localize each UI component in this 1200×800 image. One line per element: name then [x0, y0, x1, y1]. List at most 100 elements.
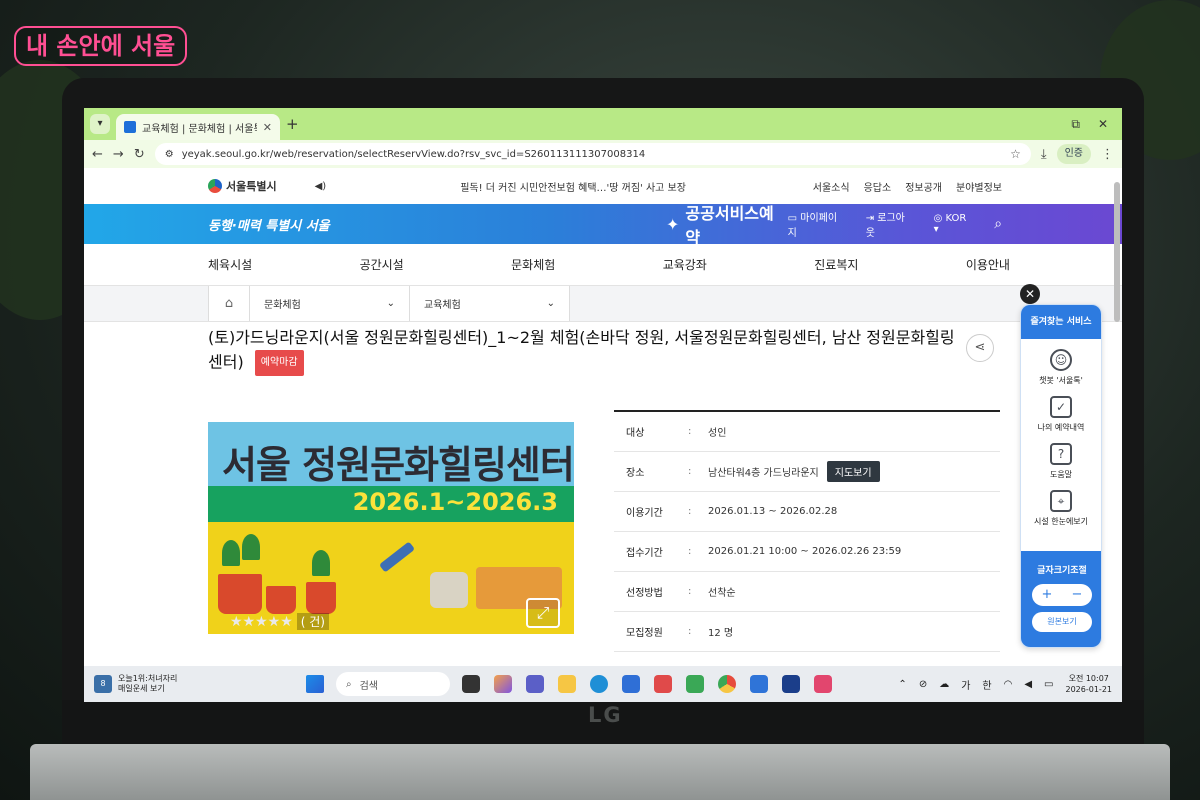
service-title[interactable]: ✦ 공공서비스예약 — [666, 200, 788, 248]
store-icon[interactable] — [622, 675, 640, 693]
cloud-icon[interactable]: ☁ — [939, 679, 949, 690]
teams-icon[interactable] — [526, 675, 544, 693]
clock[interactable]: 오전 10:07 2026-01-21 — [1066, 673, 1113, 695]
widget-line1: 오늘1위:처녀자리 — [118, 674, 178, 683]
battery-icon[interactable]: ▭ — [1044, 679, 1053, 690]
start-icon[interactable] — [306, 675, 324, 693]
browser-tab[interactable]: 교육체험 | 문화체험 | 서울특별시 ✕ — [116, 114, 280, 140]
site-info-icon[interactable]: ⚙ — [165, 149, 174, 160]
poster-image: 서울 정원문화힐링센터 2026.1~2026.3 ★★★★★ ( 건) ⤢ — [208, 422, 574, 634]
quick-item-help[interactable]: ? 도움말 — [1021, 443, 1101, 480]
account-chip[interactable]: 인증 — [1056, 144, 1091, 164]
info-value: 선착순 — [708, 588, 736, 599]
quick-item-chatbot[interactable]: ☺ 챗봇 '서울톡' — [1021, 349, 1101, 386]
share-button[interactable]: ⋖ — [966, 334, 994, 362]
chevron-down-icon: ⌄ — [546, 298, 555, 309]
chrome-icon[interactable] — [718, 675, 736, 693]
address-bar[interactable]: ⚙ yeyak.seoul.go.kr/web/reservation/sele… — [154, 143, 1031, 165]
bookmark-star-icon[interactable]: ☆ — [1010, 147, 1021, 161]
chevron-up-icon[interactable]: ⌃ — [898, 679, 906, 690]
breadcrumb-category-label: 문화체험 — [264, 300, 301, 311]
quick-item-reservations[interactable]: ✓ 나의 예약내역 — [1021, 396, 1101, 433]
nav-education[interactable]: 교육강좌 — [663, 256, 707, 273]
seoul-logo[interactable]: 서울특별시 — [208, 178, 277, 194]
back-icon[interactable]: ← — [92, 147, 103, 162]
info-value: 2026.01.13 ~ 2026.02.28 — [708, 506, 838, 517]
search-icon[interactable]: ⌕ — [994, 216, 1002, 232]
font-decrease-button[interactable]: − — [1062, 584, 1092, 606]
ime-lang[interactable]: 한 — [982, 677, 991, 692]
info-row-target: 대상 : 성인 — [614, 412, 1000, 452]
breadcrumb-subcategory-label: 교육체험 — [424, 300, 461, 311]
util-link-disclosure[interactable]: 정보공개 — [905, 179, 942, 194]
new-tab-icon[interactable]: + — [286, 115, 299, 133]
edge-icon[interactable] — [590, 675, 608, 693]
info-key: 장소 — [626, 468, 645, 479]
screen: ▾ 교육체험 | 문화체험 | 서울특별시 ✕ + ⧉ ✕ ← → ↻ ⚙ ye… — [84, 108, 1122, 702]
leaf — [312, 550, 330, 576]
nav-medical[interactable]: 진료복지 — [814, 256, 858, 273]
util-link-response[interactable]: 응답소 — [864, 179, 892, 194]
file-explorer-icon[interactable] — [558, 675, 576, 693]
close-tab-icon[interactable]: ✕ — [263, 121, 272, 134]
tab-search-icon[interactable]: ▾ — [90, 114, 110, 134]
volume-icon[interactable]: ◀ — [1024, 679, 1032, 690]
leaf — [242, 534, 260, 560]
poster-title: 서울 정원문화힐링센터 — [222, 443, 574, 487]
quick-item-label: 나의 예약내역 — [1037, 423, 1085, 432]
browser-menu-icon[interactable]: ⋮ — [1101, 147, 1114, 162]
info-separator: : — [688, 546, 692, 557]
forward-icon[interactable]: → — [113, 147, 124, 162]
util-link-news[interactable]: 서울소식 — [813, 179, 850, 194]
info-key: 선정방법 — [626, 588, 663, 599]
expand-image-button[interactable]: ⤢ — [526, 598, 560, 628]
restore-icon[interactable]: ⧉ — [1071, 117, 1080, 132]
flower-pot — [306, 582, 336, 614]
reload-icon[interactable]: ↻ — [134, 147, 145, 162]
slogan: 동행·매력 특별시 서울 — [208, 218, 330, 234]
app-navy-icon[interactable] — [782, 675, 800, 693]
language-select[interactable]: ◎ KOR ▾ — [934, 213, 975, 235]
notice-text[interactable]: 필독! 더 커진 시민안전보험 혜택…'땅 꺼짐' 사고 보장 — [460, 179, 686, 194]
poster-band: 2026.1~2026.3 — [208, 486, 574, 522]
clock-time: 오전 10:07 — [1068, 674, 1109, 683]
app-pink-icon[interactable] — [814, 675, 832, 693]
app-red-icon[interactable] — [654, 675, 672, 693]
wifi-icon[interactable]: ◠ — [1004, 679, 1013, 690]
quick-item-facilities[interactable]: ⌖ 시설 한눈에보기 — [1021, 490, 1101, 527]
breadcrumb-category[interactable]: 문화체험 ⌄ — [250, 286, 410, 321]
page-title-text: (토)가드닝라운지(서울 정원문화힐링센터)_1~2월 체험(손바닥 정원, 서… — [208, 328, 955, 372]
nav-guide[interactable]: 이용안내 — [966, 256, 1010, 273]
breadcrumb: ⌂ 문화체험 ⌄ 교육체험 ⌄ — [84, 286, 1122, 322]
copilot-icon[interactable] — [494, 675, 512, 693]
monitor-pin-icon: ⌖ — [1050, 490, 1072, 512]
page-scrollbar[interactable] — [1114, 182, 1120, 322]
task-view-icon[interactable] — [462, 675, 480, 693]
nav-sports[interactable]: 체육시설 — [208, 256, 252, 273]
app-blue-icon[interactable] — [750, 675, 768, 693]
service-logo-icon: ✦ — [666, 214, 680, 234]
chatbot-icon: ☺ — [1050, 349, 1072, 371]
browser-toolbar: ← → ↻ ⚙ yeyak.seoul.go.kr/web/reservatio… — [84, 140, 1122, 168]
ime-mode[interactable]: 가 — [961, 677, 970, 692]
map-button[interactable]: 지도보기 — [826, 461, 880, 482]
util-link-category[interactable]: 분야별정보 — [956, 179, 1002, 194]
download-icon[interactable]: ⤓ — [1041, 147, 1047, 162]
nav-space[interactable]: 공간시설 — [360, 256, 404, 273]
nav-culture[interactable]: 문화체험 — [511, 256, 555, 273]
close-window-icon[interactable]: ✕ — [1098, 117, 1108, 132]
close-quick-menu-icon[interactable]: ✕ — [1020, 284, 1040, 304]
home-icon[interactable]: ⌂ — [208, 286, 250, 321]
app-green-icon[interactable] — [686, 675, 704, 693]
widgets-button[interactable]: 8 오늘1위:처녀자리 매일운세 보기 — [94, 674, 294, 694]
logout-link[interactable]: ⇥ 로그아웃 — [866, 209, 914, 239]
taskbar-search[interactable]: ⌕ 검색 — [336, 672, 450, 696]
font-increase-button[interactable]: + — [1032, 584, 1062, 606]
mypage-link[interactable]: ▭ 마이페이지 — [788, 209, 846, 239]
speaker-icon[interactable]: ◀) — [315, 181, 327, 192]
site-banner: 동행·매력 특별시 서울 ✦ 공공서비스예약 ▭ 마이페이지 ⇥ 로그아웃 ◎ … — [84, 204, 1122, 247]
notification-off-icon[interactable]: ⊘ — [919, 679, 927, 690]
font-reset-button[interactable]: 원본보기 — [1032, 612, 1092, 632]
window-controls: ⧉ ✕ — [1071, 117, 1116, 132]
breadcrumb-subcategory[interactable]: 교육체험 ⌄ — [410, 286, 570, 321]
